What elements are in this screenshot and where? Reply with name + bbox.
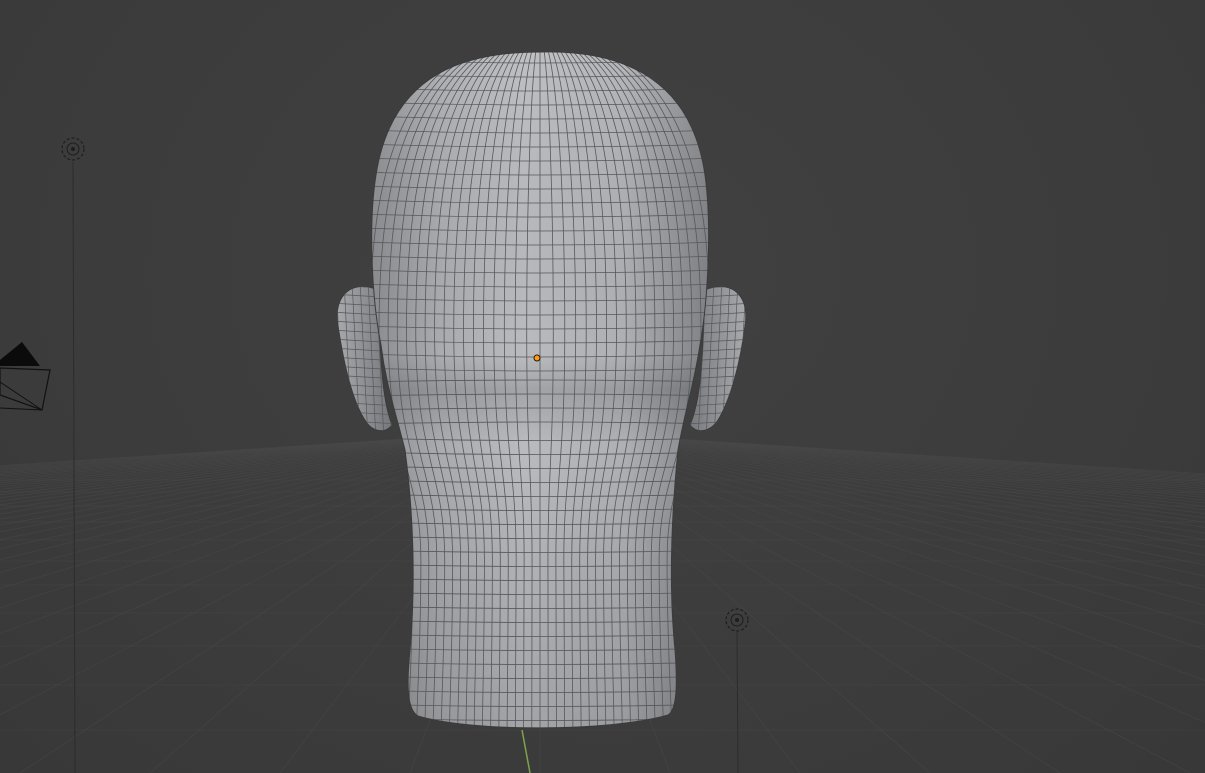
viewport-scene[interactable] [0, 0, 1205, 773]
light-icon[interactable] [61, 137, 85, 773]
y-axis-line [521, 729, 531, 773]
camera-icon[interactable] [0, 342, 51, 411]
head-mesh[interactable] [360, 40, 720, 740]
light-icon[interactable] [725, 608, 749, 773]
object-origin-dot[interactable] [533, 354, 541, 362]
3d-viewport[interactable] [0, 0, 1205, 773]
